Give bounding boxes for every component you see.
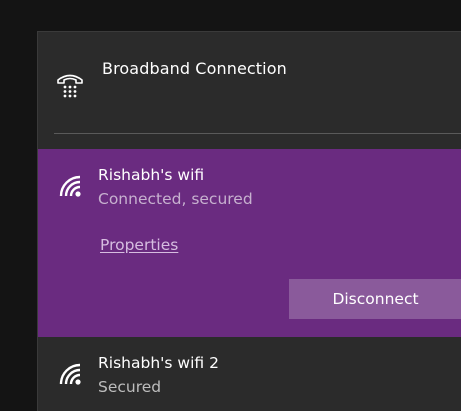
network-flyout: Broadband Connection Rishabh's wifi Conn… xyxy=(37,31,461,411)
broadband-connection-item[interactable]: Broadband Connection xyxy=(38,32,461,134)
network-name: Rishabh's wifi xyxy=(98,166,205,184)
network-status: Secured xyxy=(98,378,162,396)
network-item[interactable]: Rishabh's wifi 2 Secured xyxy=(38,337,461,411)
broadband-connection-label: Broadband Connection xyxy=(102,59,287,78)
desktop-background: Broadband Connection Rishabh's wifi Conn… xyxy=(0,0,461,411)
network-item-selected[interactable]: Rishabh's wifi Connected, secured Proper… xyxy=(38,149,461,337)
wifi-signal-icon xyxy=(58,363,86,387)
dialup-phone-icon xyxy=(55,69,85,99)
wifi-signal-icon xyxy=(58,175,86,199)
section-divider xyxy=(54,133,461,134)
properties-link[interactable]: Properties xyxy=(100,236,178,254)
network-status: Connected, secured xyxy=(98,190,253,208)
network-name: Rishabh's wifi 2 xyxy=(98,354,219,372)
disconnect-button[interactable]: Disconnect xyxy=(289,279,461,319)
